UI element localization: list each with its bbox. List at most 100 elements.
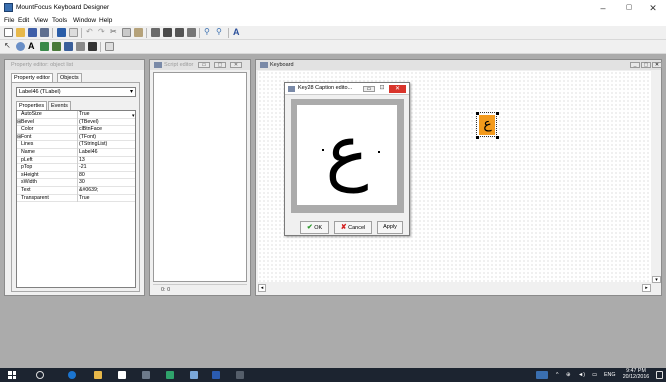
- undo-icon[interactable]: ↶: [86, 28, 95, 37]
- open-folder-icon[interactable]: [16, 28, 25, 37]
- keyboard-tray-icon[interactable]: [536, 371, 548, 379]
- property-row[interactable]: sHeight 80: [17, 171, 135, 180]
- new-file-icon[interactable]: [4, 28, 13, 37]
- pointer-icon[interactable]: ↖: [4, 42, 13, 51]
- store-icon[interactable]: [118, 371, 126, 379]
- property-value[interactable]: True: [79, 111, 89, 119]
- app-icon[interactable]: [142, 371, 150, 379]
- component-icon[interactable]: [16, 42, 25, 51]
- property-value[interactable]: True: [79, 195, 89, 203]
- resize-handle[interactable]: [496, 112, 499, 115]
- menu-tools[interactable]: Tools: [52, 17, 67, 24]
- property-value[interactable]: -21: [79, 164, 87, 172]
- dialog-title[interactable]: Key28 Caption edito...: [298, 85, 352, 91]
- resize-handle[interactable]: [476, 136, 479, 139]
- close-icon[interactable]: ✕: [230, 62, 242, 68]
- value-chevron-icon[interactable]: ▾: [132, 113, 135, 119]
- tab-events[interactable]: Events: [48, 101, 71, 110]
- property-row[interactable]: pLeft 13: [17, 156, 135, 165]
- align-center-icon[interactable]: [163, 28, 172, 37]
- property-value[interactable]: 13: [79, 157, 85, 165]
- scroll-down-icon[interactable]: ▾: [652, 276, 661, 283]
- property-editor-title[interactable]: Property editor: object list: [5, 60, 144, 70]
- menu-file[interactable]: File: [4, 17, 14, 24]
- app-icon[interactable]: [236, 371, 244, 379]
- ok-button[interactable]: ✔ OK: [300, 221, 329, 234]
- property-row[interactable]: ⊞ Font (TFont): [17, 133, 135, 142]
- property-row[interactable]: pTop -21: [17, 164, 135, 172]
- property-row[interactable]: Color clBtnFace: [17, 126, 135, 134]
- maximize-icon[interactable]: ▢: [624, 3, 634, 13]
- scroll-left-icon[interactable]: ◂: [258, 284, 266, 292]
- save-icon[interactable]: [28, 28, 37, 37]
- zoom-out-icon[interactable]: ⚲: [216, 28, 225, 37]
- property-value[interactable]: Label46: [79, 149, 97, 157]
- paste-icon[interactable]: [134, 28, 143, 37]
- scroll-right-icon[interactable]: ▸: [642, 284, 651, 292]
- chevron-up-icon[interactable]: ^: [556, 372, 559, 378]
- minimize-icon[interactable]: _: [630, 62, 640, 68]
- property-row[interactable]: Transparent True: [17, 194, 135, 203]
- battery-icon[interactable]: ▭: [592, 372, 597, 378]
- label-tool-icon[interactable]: A: [28, 42, 37, 51]
- property-value[interactable]: &#0639;: [79, 187, 98, 195]
- minimize-icon[interactable]: ▭: [198, 62, 210, 68]
- cut-icon[interactable]: ✂: [110, 28, 119, 37]
- menu-edit[interactable]: Edit: [18, 17, 29, 24]
- vertical-scrollbar[interactable]: ▾: [652, 71, 661, 283]
- start-icon[interactable]: [8, 371, 16, 379]
- resize-handle[interactable]: [496, 136, 499, 139]
- property-value[interactable]: clBtnFace: [79, 126, 102, 134]
- script-editor-title[interactable]: Script editor: [164, 62, 193, 68]
- tab-property-editor[interactable]: Property editor: [11, 73, 54, 82]
- minimize-icon[interactable]: ▭: [363, 86, 375, 92]
- shape-tool-icon[interactable]: [76, 42, 85, 51]
- apply-button[interactable]: Apply: [377, 221, 403, 234]
- tab-properties[interactable]: Properties: [16, 101, 48, 110]
- panel-tool-icon[interactable]: [64, 42, 73, 51]
- menu-view[interactable]: View: [34, 17, 48, 24]
- zoom-in-icon[interactable]: ⚲: [204, 28, 213, 37]
- property-value[interactable]: (TFont): [79, 134, 96, 142]
- property-row[interactable]: Name Label46: [17, 149, 135, 157]
- property-row[interactable]: Text &#0639;: [17, 187, 135, 195]
- grid-icon[interactable]: [187, 28, 196, 37]
- align-left-icon[interactable]: [151, 28, 160, 37]
- maximize-icon[interactable]: ▢: [214, 62, 226, 68]
- maximize-icon[interactable]: ▢: [641, 62, 651, 68]
- app-icon[interactable]: [166, 371, 174, 379]
- minimize-icon[interactable]: –: [598, 3, 608, 13]
- object-selector[interactable]: Label46 (TLabel) ▾: [16, 87, 136, 97]
- edge-icon[interactable]: [68, 371, 76, 379]
- property-row[interactable]: Lines (TStringList): [17, 141, 135, 149]
- cortana-icon[interactable]: [36, 371, 44, 379]
- font-icon[interactable]: A: [233, 28, 242, 37]
- save-as-icon[interactable]: [40, 28, 49, 37]
- file-explorer-icon[interactable]: [94, 371, 102, 379]
- copy-icon[interactable]: [122, 28, 131, 37]
- resize-handle[interactable]: [476, 112, 479, 115]
- property-row[interactable]: AutoSize True: [17, 111, 135, 119]
- grid-toggle-icon[interactable]: [105, 42, 114, 51]
- close-icon[interactable]: ✕: [652, 62, 662, 68]
- property-value[interactable]: 30: [79, 179, 85, 187]
- image-tool-icon[interactable]: [40, 42, 49, 51]
- clock[interactable]: 9:47 PM 20/12/2016: [620, 368, 652, 380]
- property-row[interactable]: ⊞ Bevel (TBevel): [17, 118, 135, 127]
- close-icon[interactable]: ✕: [389, 85, 406, 93]
- app-icon[interactable]: [190, 371, 198, 379]
- horizontal-scrollbar[interactable]: ◂ ▸: [258, 283, 652, 293]
- align-right-icon[interactable]: [175, 28, 184, 37]
- input-language[interactable]: ENG: [604, 372, 615, 378]
- property-value[interactable]: (TStringList): [79, 141, 107, 149]
- cancel-button[interactable]: ✘ Cancel: [334, 221, 372, 234]
- preview-icon[interactable]: [69, 28, 78, 37]
- property-row[interactable]: sWidth 30: [17, 179, 135, 187]
- volume-icon[interactable]: ◄): [578, 372, 585, 378]
- keyboard-title[interactable]: Keyboard: [270, 62, 294, 68]
- word-icon[interactable]: [212, 371, 220, 379]
- maximize-icon[interactable]: ⊡: [377, 85, 387, 92]
- close-icon[interactable]: ✕: [648, 3, 658, 13]
- key-28[interactable]: ع: [476, 112, 499, 139]
- property-value[interactable]: (TBevel): [79, 119, 99, 127]
